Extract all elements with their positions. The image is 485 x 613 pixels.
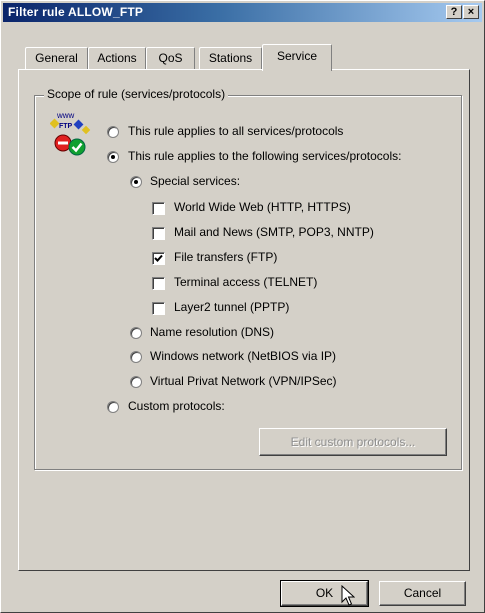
dns-label[interactable]: Name resolution (DNS) <box>150 325 274 339</box>
vpn-label[interactable]: Virtual Privat Network (VPN/IPSec) <box>150 374 337 388</box>
tab-general[interactable]: General <box>25 47 88 69</box>
tab-stations[interactable]: Stations <box>199 47 262 69</box>
following-services-label[interactable]: This rule applies to the following servi… <box>128 149 401 163</box>
title-bar[interactable]: Filter rule ALLOW_FTP ? × <box>3 3 482 22</box>
ftp-icon-text: FTP <box>59 123 73 130</box>
netbios-radio[interactable] <box>130 351 142 363</box>
services-icon: www FTP <box>49 109 94 157</box>
pptp-checkbox[interactable] <box>152 302 165 315</box>
telnet-checkbox-label[interactable]: Terminal access (TELNET) <box>174 275 317 289</box>
custom-protocols-radio[interactable] <box>107 401 119 413</box>
all-services-label[interactable]: This rule applies to all services/protoc… <box>128 124 343 138</box>
scope-group-label: Scope of rule (services/protocols) <box>44 87 229 101</box>
ftp-checkbox-label[interactable]: File transfers (FTP) <box>174 250 277 264</box>
window-title: Filter rule ALLOW_FTP <box>8 5 144 19</box>
mail-checkbox[interactable] <box>152 227 165 240</box>
mouse-cursor-icon <box>341 584 356 610</box>
help-button[interactable]: ? <box>446 5 462 19</box>
vpn-radio[interactable] <box>130 376 142 388</box>
dialog-window: Filter rule ALLOW_FTP ? × General Action… <box>0 0 485 613</box>
special-services-label[interactable]: Special services: <box>150 174 240 188</box>
tab-service[interactable]: Service <box>262 44 332 71</box>
tab-qos[interactable]: QoS <box>146 47 195 69</box>
cancel-button[interactable]: Cancel <box>379 581 466 606</box>
following-services-radio[interactable] <box>107 151 119 163</box>
netbios-label[interactable]: Windows network (NetBIOS via IP) <box>150 349 336 363</box>
www-checkbox[interactable] <box>152 202 165 215</box>
tab-actions[interactable]: Actions <box>88 47 146 69</box>
edit-custom-protocols-button[interactable]: Edit custom protocols... <box>259 428 447 456</box>
checkmark-icon <box>154 254 163 262</box>
custom-protocols-label[interactable]: Custom protocols: <box>128 399 225 413</box>
close-button[interactable]: × <box>463 5 479 19</box>
www-checkbox-label[interactable]: World Wide Web (HTTP, HTTPS) <box>174 200 351 214</box>
mail-checkbox-label[interactable]: Mail and News (SMTP, POP3, NNTP) <box>174 225 374 239</box>
ftp-checkbox[interactable] <box>152 252 165 265</box>
www-icon-text: www <box>56 111 75 120</box>
dns-radio[interactable] <box>130 327 142 339</box>
all-services-radio[interactable] <box>107 126 119 138</box>
pptp-checkbox-label[interactable]: Layer2 tunnel (PPTP) <box>174 300 289 314</box>
telnet-checkbox[interactable] <box>152 277 165 290</box>
special-services-radio[interactable] <box>130 176 142 188</box>
